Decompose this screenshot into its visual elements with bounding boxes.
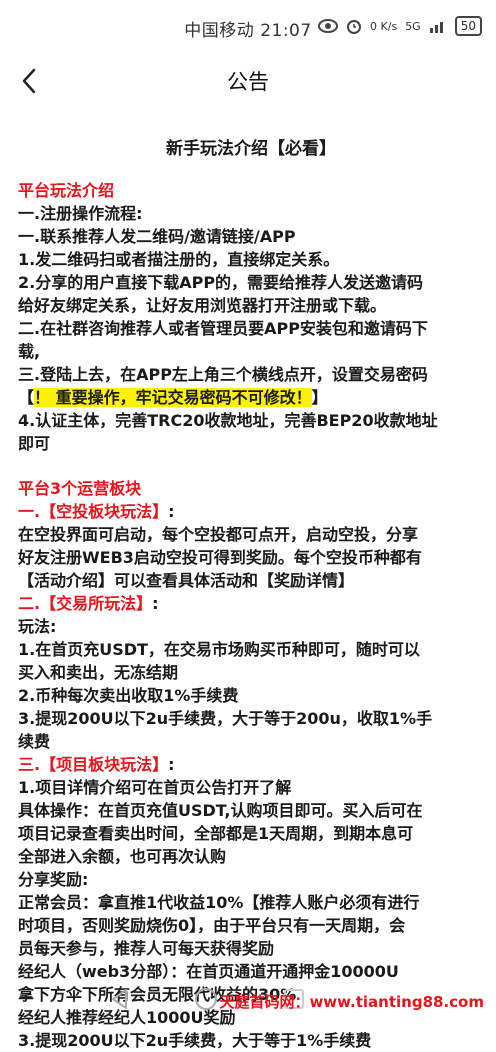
alarm-icon xyxy=(347,20,362,34)
text-line: 3.提现200U以下2u手续费，大于等于1%手续费 xyxy=(18,1031,372,1050)
circle-home-icon xyxy=(195,988,217,1010)
text-line: 4.认证主体，完善TRC20收款地址，完善BEP20收款地址 xyxy=(18,411,438,430)
signal-icon xyxy=(429,22,443,33)
text-line: 即可 xyxy=(18,434,51,453)
text-line: 2.分享的用户直接下载APP的，需要给推荐人发送邀请码 xyxy=(18,273,424,292)
text-line: 三.登陆上去，在APP左上角三个横线点开，设置交易密码 xyxy=(18,365,428,384)
text-line: 3.提现200U以下2u手续费，大于等于200u，收取1%手 xyxy=(18,709,433,728)
text-line: 给好友绑定关系，让好友用浏览器打开注册或下载。 xyxy=(18,296,387,315)
bracket-close: 】 xyxy=(311,388,328,407)
announcement-content: 新手玩法介绍【必看】 平台玩法介绍 一.注册操作流程: 一.联系推荐人发二维码/… xyxy=(18,110,484,1052)
text-line: 玩法: xyxy=(18,617,57,636)
important-notice: 【！ 重要操作，牢记交易密码不可修改！】 xyxy=(18,386,484,409)
text-line: 【活动介绍】可以查看具体活动和【奖励详情】 xyxy=(18,571,355,590)
text-line: 具体操作：在首页充值USDT,认购项目即可。买入后可在 xyxy=(18,801,423,820)
text-line: 1.发二维码扫或者描注册的，直接绑定关系。 xyxy=(18,250,340,269)
text-line: 2.币种每次卖出收取1%手续费 xyxy=(18,686,239,705)
watermark: 天庭首码网：www.tianting88.com xyxy=(219,993,484,1011)
section-heading-platform: 平台玩法介绍 xyxy=(18,181,115,200)
carrier-time: 中国移动 21:07 xyxy=(184,20,312,41)
subsection-heading-airdrop: 一.【空投板块玩法】: xyxy=(18,502,175,521)
subsection-heading-project: 三.【项目板块玩法】: xyxy=(18,755,175,774)
eye-icon xyxy=(318,19,339,33)
status-bar: 中国移动 21:07 0 K/s 5G 50 xyxy=(0,0,496,56)
system-back-button[interactable] xyxy=(106,985,134,1013)
text-line: 二.在社群咨询推荐人或者管理员要APP安装包和邀请码下 xyxy=(18,319,428,338)
speed-indicator: 0 K/s xyxy=(370,19,398,33)
text-line: 正常会员：拿直推1代收益10%【推荐人账户必须有进行 xyxy=(18,893,420,912)
page-title: 公告 xyxy=(227,70,269,94)
text-line: 续费 xyxy=(18,732,51,751)
text-line: 一.注册操作流程: xyxy=(18,204,143,223)
network-indicator: 5G xyxy=(405,19,421,33)
text-line: 好友注册WEB3启动空投可得到奖励。每个空投币种都有 xyxy=(18,548,422,567)
text-line: 时项目，否则奖励烧伤0】，由于平台只有一天周期，会 xyxy=(18,916,406,935)
text-line: 分享奖励: xyxy=(18,870,89,889)
text-line: 全部进入余额，也可再次认购 xyxy=(18,847,227,866)
text-line: 项目记录查看卖出时间，全部都是1天周期，到期本息可 xyxy=(18,824,414,843)
text-line: 1.在首页充USDT，在交易市场购买币种即可，随时可以 xyxy=(18,640,420,659)
status-icons: 0 K/s 5G 50 xyxy=(318,16,482,36)
text-line: 员每天参与，推荐人可每天获得奖励 xyxy=(18,939,275,958)
triangle-back-icon xyxy=(112,989,127,1009)
text-line: 一.联系推荐人发二维码/邀请链接/APP xyxy=(18,227,296,246)
section-heading-operations: 平台3个运营板块 xyxy=(18,479,142,498)
highlighted-warning: ！ 重要操作，牢记交易密码不可修改！ xyxy=(34,388,312,407)
battery-icon: 50 xyxy=(454,16,482,36)
system-nav-bar: 天庭首码网：www.tianting88.com xyxy=(0,975,496,1024)
text-line: 买入和卖出，无冻结期 xyxy=(18,663,179,682)
text-line: 1.项目详情介绍可在首页公告打开了解 xyxy=(18,778,292,797)
system-home-button[interactable] xyxy=(192,985,220,1013)
text-line: 在空投界面可启动，每个空投都可点开，启动空投，分享 xyxy=(18,525,419,544)
subsection-heading-exchange: 二.【交易所玩法】: xyxy=(18,594,159,613)
article-title: 新手玩法介绍【必看】 xyxy=(166,139,336,159)
nav-bar: 公告 xyxy=(0,56,496,106)
text-line: 载, xyxy=(18,342,41,361)
bracket-open: 【 xyxy=(18,388,35,407)
